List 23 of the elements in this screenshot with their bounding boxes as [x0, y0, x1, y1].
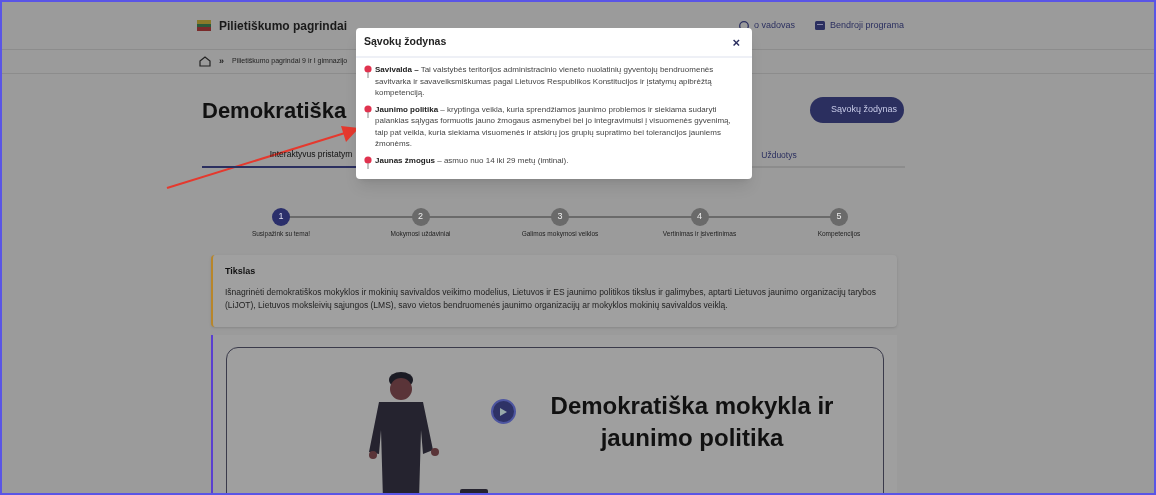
nav-link[interactable]: o vadovas — [753, 18, 795, 33]
play-icon — [500, 407, 507, 416]
term-definition: Savivalda – Tai valstybės teritorijos administracinio vieneto nuolatinių gyventojų bendruomenės savitvarka ir savaveiksmiškumas pagal Lietuvos Respublikos Konstitucijos ir įstatymų apibrėžtą kompetenciją. — [375, 64, 715, 99]
goal-title: Tikslas — [225, 264, 257, 278]
home-icon[interactable] — [199, 56, 211, 67]
term-definition: Jaunimo politika – kryptinga veikla, kuria sprendžiamos jaunimo problemos ir siekiama sudaryti palankias sąlygas formuotis jauno žmogaus asmenybei bei jo integravimuisi į visuomenės gyvenimą, taip pat veikla, kuria siekiama visuomenės ir atskirų jos grupių supratimo bei tolerancijos jauniems žmonėms. — [375, 103, 732, 150]
breadcrumb-separator: » — [219, 54, 224, 68]
dialog-title: Sąvokų žodynas — [364, 34, 447, 50]
close-button[interactable]: × — [728, 35, 744, 49]
user-icon — [738, 20, 749, 31]
nav-link[interactable]: Bendroji programa — [829, 18, 904, 33]
pin-icon — [364, 104, 372, 118]
video-title: Demokratiška mokykla ir jaunimo politika — [549, 391, 835, 453]
page-title: Demokratiška — [202, 96, 347, 125]
pin-icon — [364, 155, 372, 169]
site-title[interactable]: Pilietiškumo pagrindai — [219, 16, 348, 35]
play-button[interactable] — [491, 399, 516, 424]
glossary-button[interactable]: Sąvokų žodynas — [810, 97, 904, 123]
goal-text: Išnagrinėti demokratiškos mokyklos ir mokinių savivaldos veikimo modelius, Lietuvos ir ES jaunimo politikos tikslus ir galimybes, aptarti Lietuvos jaunimo organizacijų tarybos (LiJOT), Lietuvos moksleivių sąjungos (LMS), savo vietos bendruomenės jaunimo organizacijų ar mokyklos mokinių savivaldos veiklą. — [225, 286, 877, 311]
tab[interactable]: Užduotys — [670, 148, 888, 168]
book-icon — [814, 21, 825, 30]
flag-icon — [197, 20, 211, 31]
pin-icon — [364, 65, 372, 78]
